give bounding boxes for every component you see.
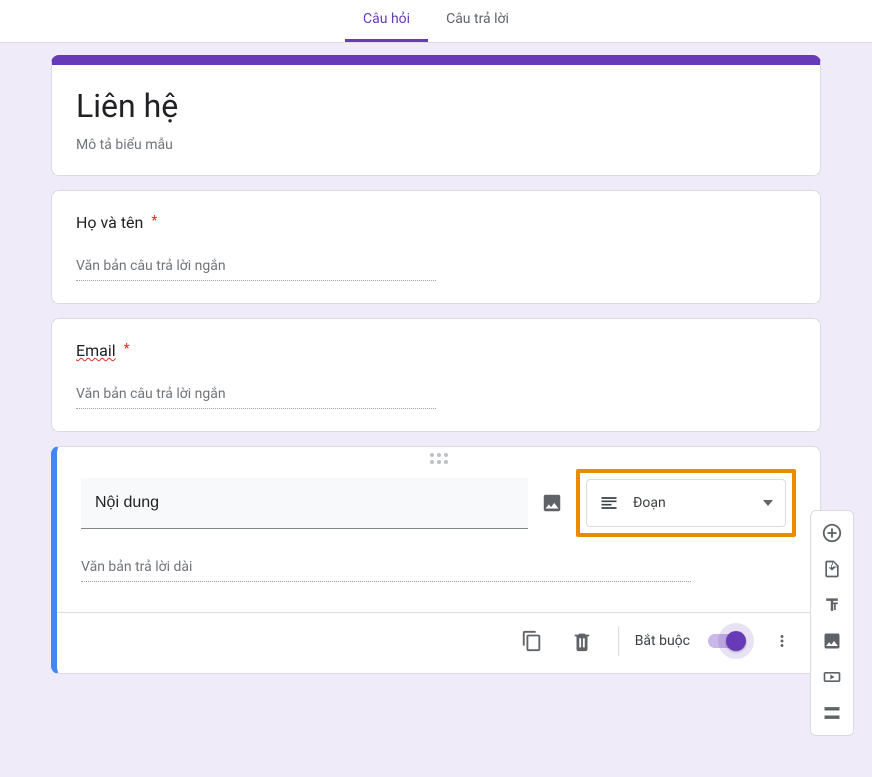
tab-responses[interactable]: Câu trả lời bbox=[428, 0, 527, 42]
text-icon bbox=[822, 595, 842, 615]
required-toggle[interactable] bbox=[708, 634, 744, 648]
question-card-content[interactable]: Đoạn Văn bản trả lời dài Bắt buộc bbox=[51, 446, 821, 674]
question-card-email[interactable]: Email * Văn bản câu trả lời ngắn bbox=[51, 318, 821, 432]
copy-icon bbox=[521, 630, 543, 652]
long-answer-preview: Văn bản trả lời dài bbox=[81, 559, 691, 582]
add-section-button[interactable] bbox=[814, 695, 850, 731]
type-selector-highlight: Đoạn bbox=[576, 469, 796, 537]
question-type-select[interactable]: Đoạn bbox=[586, 479, 786, 527]
add-image-button-side[interactable] bbox=[814, 623, 850, 659]
caret-down-icon bbox=[763, 500, 773, 506]
add-title-button[interactable] bbox=[814, 587, 850, 623]
top-tabs: Câu hỏi Câu trả lời bbox=[0, 0, 872, 43]
side-toolbar bbox=[810, 510, 854, 736]
import-icon bbox=[822, 559, 842, 579]
form-title[interactable]: Liên hệ bbox=[76, 87, 796, 125]
short-answer-preview: Văn bản câu trả lời ngắn bbox=[76, 258, 436, 281]
delete-button[interactable] bbox=[562, 621, 602, 661]
required-star-icon: * bbox=[124, 341, 130, 357]
question-title: Họ và tên bbox=[76, 213, 143, 232]
paragraph-icon bbox=[599, 493, 619, 513]
type-label: Đoạn bbox=[633, 495, 749, 511]
form-description[interactable]: Mô tả biểu mẫu bbox=[76, 137, 796, 153]
form-header-card[interactable]: Liên hệ Mô tả biểu mẫu bbox=[51, 55, 821, 176]
separator bbox=[618, 626, 619, 656]
tab-questions[interactable]: Câu hỏi bbox=[345, 0, 428, 42]
trash-icon bbox=[571, 630, 593, 652]
question-title-input[interactable] bbox=[81, 478, 528, 529]
duplicate-button[interactable] bbox=[512, 621, 552, 661]
drag-handle-icon[interactable] bbox=[430, 453, 448, 464]
section-icon bbox=[822, 703, 842, 723]
more-vert-icon bbox=[773, 632, 791, 650]
add-image-button[interactable] bbox=[540, 491, 564, 515]
add-question-button[interactable] bbox=[814, 515, 850, 551]
plus-circle-icon bbox=[821, 522, 843, 544]
required-label: Bắt buộc bbox=[635, 633, 690, 649]
form-canvas: Liên hệ Mô tả biểu mẫu Họ và tên * Văn b… bbox=[0, 43, 872, 708]
question-card-name[interactable]: Họ và tên * Văn bản câu trả lời ngắn bbox=[51, 190, 821, 304]
add-video-button[interactable] bbox=[814, 659, 850, 695]
more-options-button[interactable] bbox=[762, 621, 802, 661]
question-title: Email bbox=[76, 341, 116, 360]
question-footer: Bắt buộc bbox=[57, 612, 820, 661]
video-icon bbox=[822, 667, 842, 687]
import-questions-button[interactable] bbox=[814, 551, 850, 587]
image-icon bbox=[822, 631, 842, 651]
short-answer-preview: Văn bản câu trả lời ngắn bbox=[76, 386, 436, 409]
image-icon bbox=[541, 492, 563, 514]
question-edit-row: Đoạn bbox=[81, 469, 796, 537]
required-star-icon: * bbox=[151, 213, 157, 229]
